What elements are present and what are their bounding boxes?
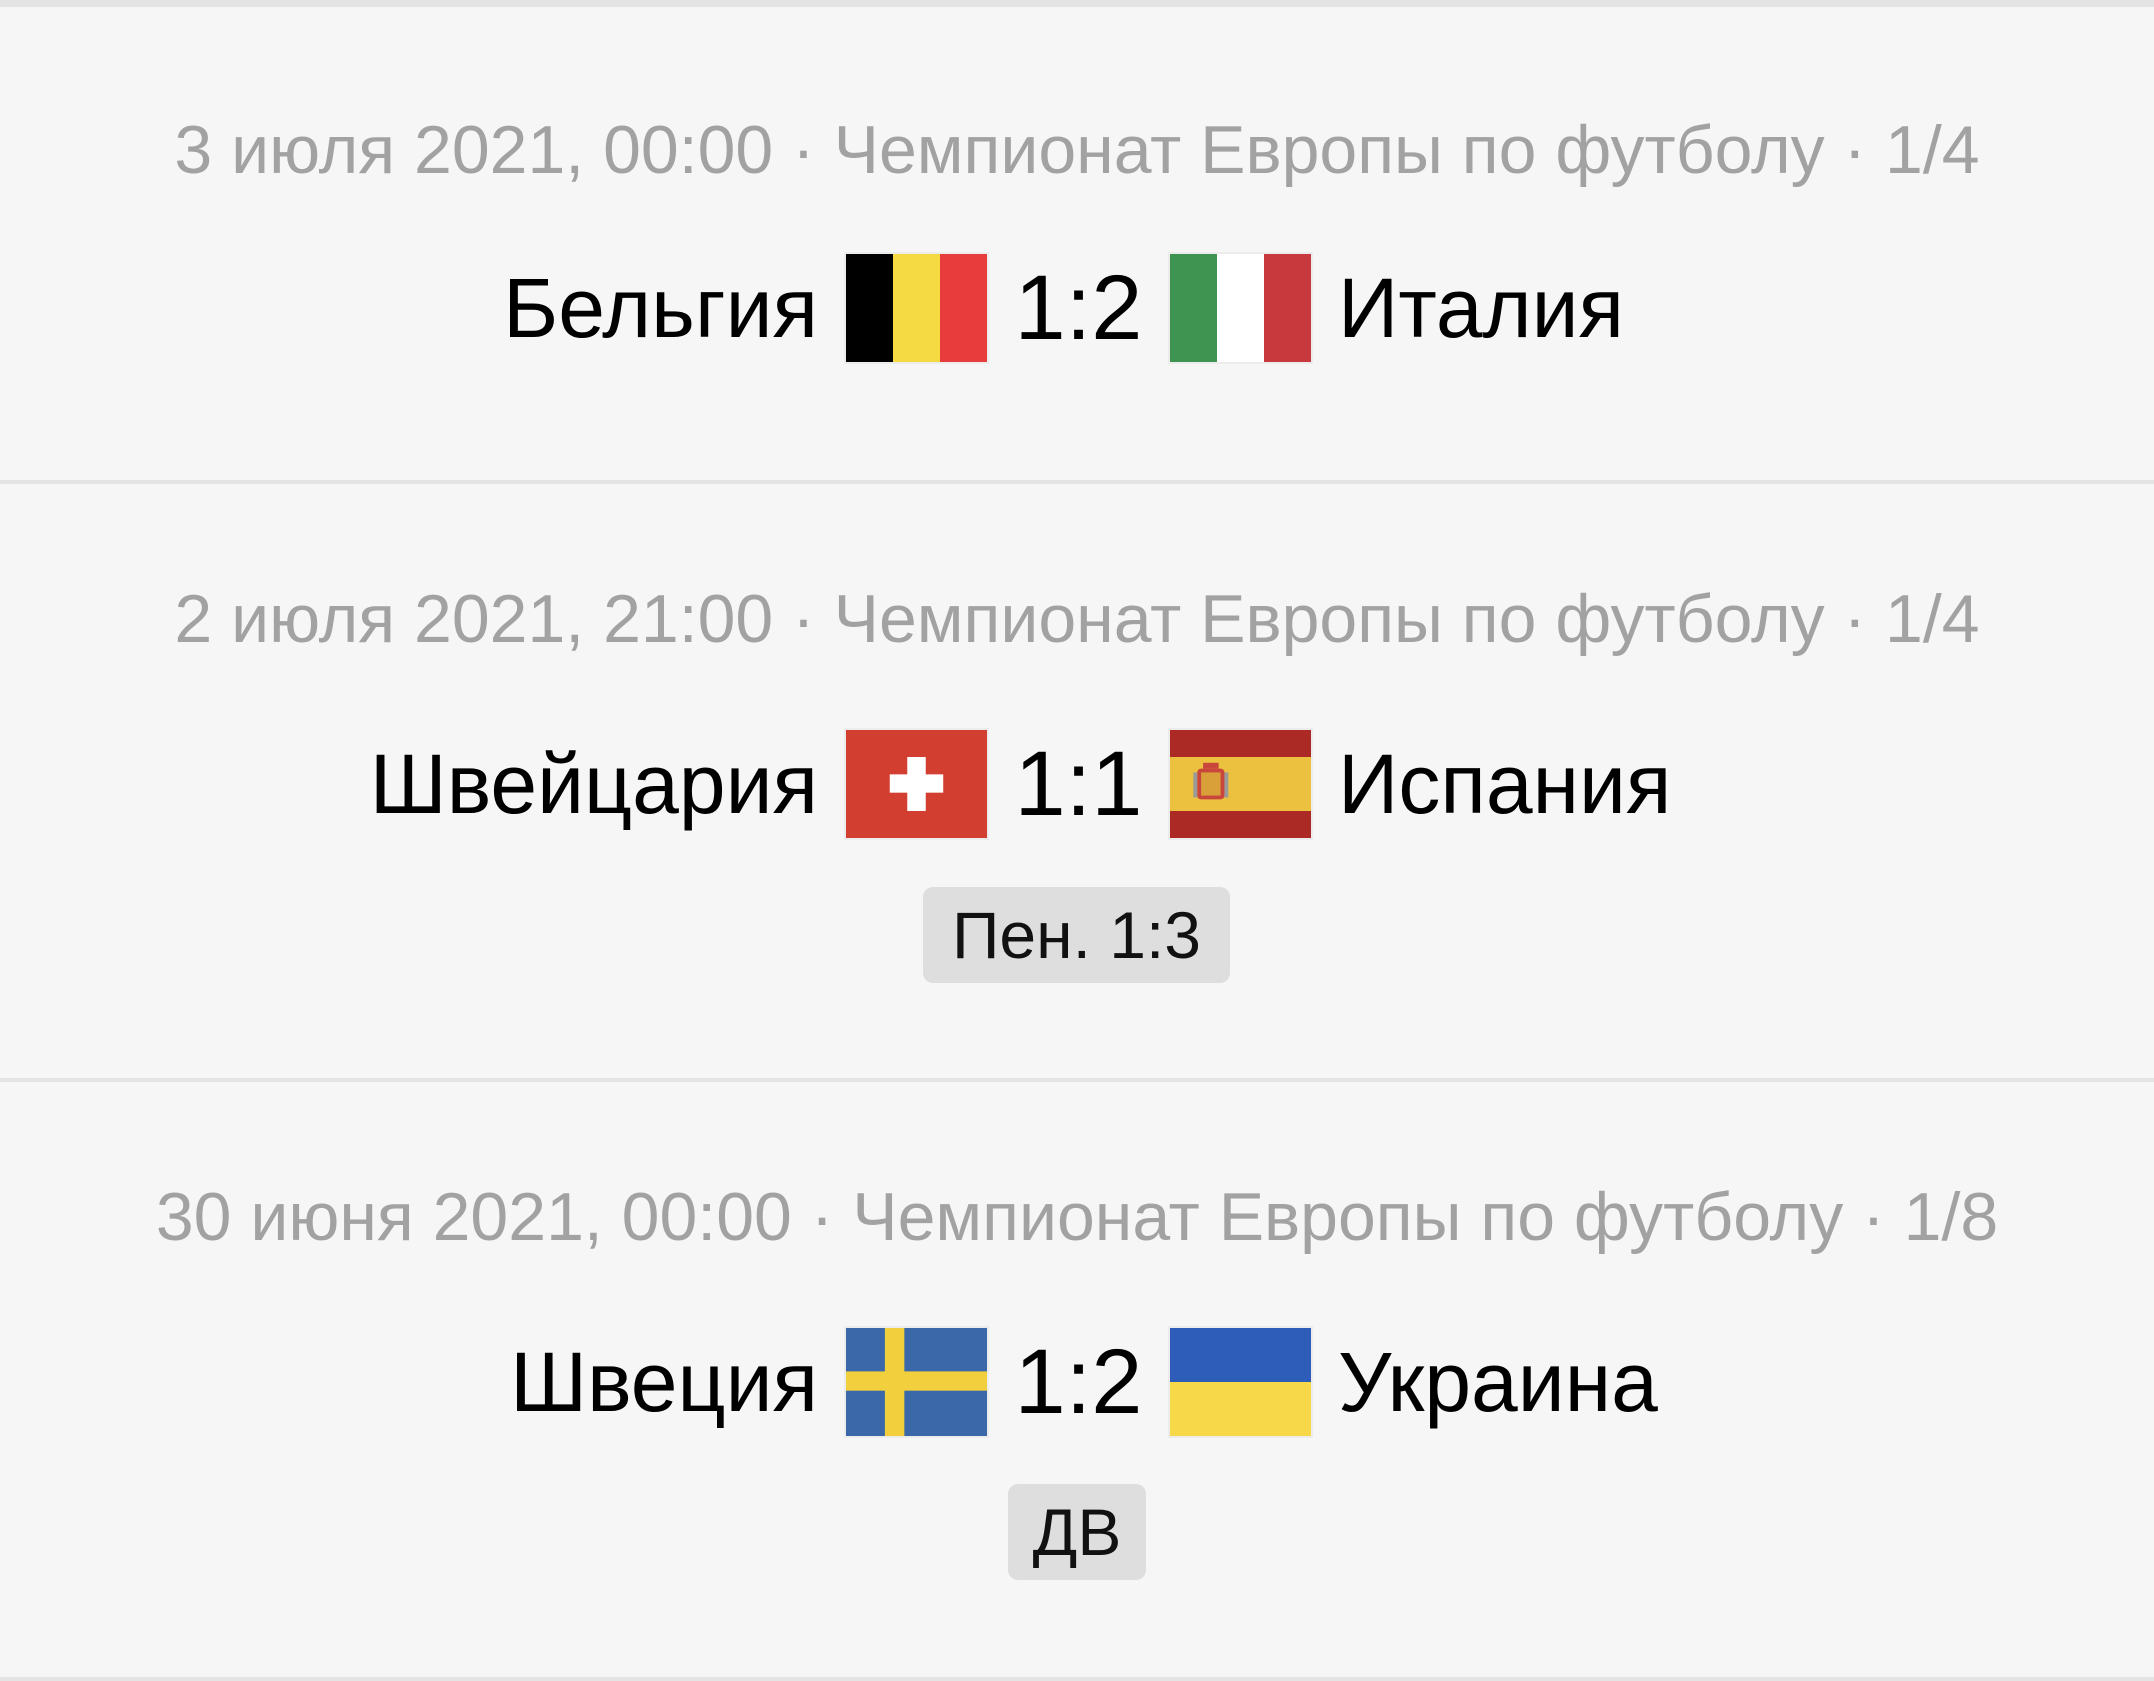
away-team-name: Украина bbox=[1338, 1335, 1658, 1429]
away-team-name: Испания bbox=[1338, 737, 1672, 831]
ukraine-flag-icon bbox=[1168, 1326, 1313, 1438]
spain-flag-icon bbox=[1168, 728, 1313, 840]
match-card[interactable]: 3 июля 2021, 00:00 · Чемпионат Европы по… bbox=[0, 7, 2154, 484]
match-meta: 30 июня 2021, 00:00 · Чемпионат Европы п… bbox=[155, 1179, 1999, 1255]
match-score: 1:2 bbox=[1014, 1331, 1143, 1433]
match-score: 1:1 bbox=[1014, 733, 1143, 835]
match-scoreline: Швейцария 1:1 Испания bbox=[0, 728, 2154, 840]
away-team-name: Италия bbox=[1338, 261, 1625, 355]
match-note-row: ДВ bbox=[0, 1484, 2154, 1596]
match-card[interactable]: 30 июня 2021, 00:00 · Чемпионат Европы п… bbox=[0, 1082, 2154, 1681]
match-score: 1:2 bbox=[1014, 257, 1143, 359]
match-meta: 3 июля 2021, 00:00 · Чемпионат Европы по… bbox=[174, 112, 1980, 188]
match-meta: 2 июля 2021, 21:00 · Чемпионат Европы по… bbox=[174, 581, 1980, 657]
home-team-name: Швейцария bbox=[369, 737, 818, 831]
top-divider bbox=[0, 0, 2154, 7]
match-scoreline: Швеция 1:2 Украина bbox=[0, 1326, 2154, 1438]
match-scoreline: Бельгия 1:2 Италия bbox=[0, 252, 2154, 364]
home-team-name: Швеция bbox=[510, 1335, 818, 1429]
extra-time-badge: ДВ bbox=[1008, 1484, 1146, 1580]
match-card[interactable]: 2 июля 2021, 21:00 · Чемпионат Европы по… bbox=[0, 484, 2154, 1082]
italy-flag-icon bbox=[1168, 252, 1313, 364]
switzerland-flag-icon bbox=[844, 728, 989, 840]
penalty-badge: Пен. 1:3 bbox=[923, 887, 1230, 983]
belgium-flag-icon bbox=[844, 252, 989, 364]
match-note-row: Пен. 1:3 bbox=[0, 887, 2154, 999]
sweden-flag-icon bbox=[844, 1326, 989, 1438]
home-team-name: Бельгия bbox=[503, 261, 818, 355]
